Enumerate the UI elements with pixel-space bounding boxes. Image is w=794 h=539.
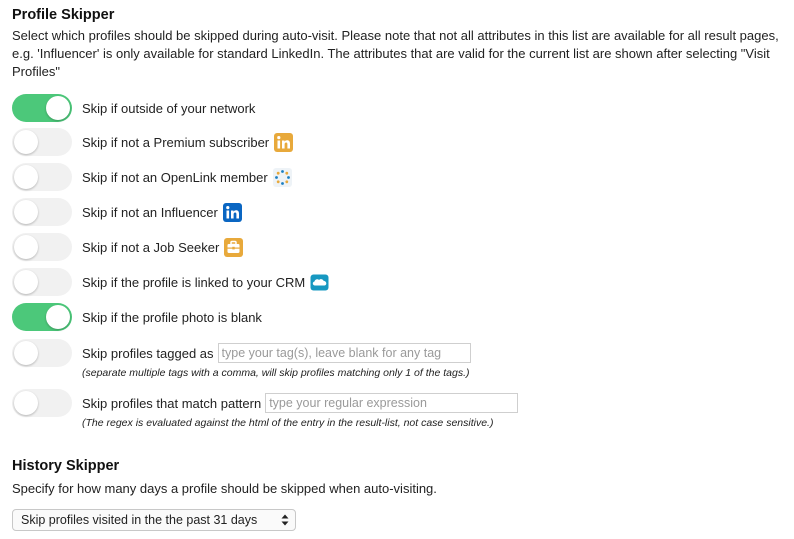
history-days-select[interactable]: Skip profiles visited in the the past 31… <box>12 509 296 531</box>
toggle-outside-network[interactable] <box>12 94 72 122</box>
toggle-knob <box>14 391 38 415</box>
linkedin-influencer-icon <box>222 202 242 222</box>
option-premium-subscriber: Skip if not a Premium subscriber <box>12 128 294 156</box>
option-influencer: Skip if not an Influencer <box>12 198 242 226</box>
openlink-icon <box>272 167 292 187</box>
option-openlink-member: Skip if not an OpenLink member <box>12 163 292 191</box>
toggle-influencer[interactable] <box>12 198 72 226</box>
tags-hint: (separate multiple tags with a comma, wi… <box>82 367 470 379</box>
option-label: Skip if not an OpenLink member <box>82 169 268 185</box>
profile-skipper-description: Select which profiles should be skipped … <box>12 28 779 79</box>
option-label: Skip if not a Job Seeker <box>82 239 220 255</box>
toggle-knob <box>14 270 38 294</box>
toggle-knob <box>46 305 70 329</box>
toggle-job-seeker[interactable] <box>12 233 72 261</box>
toggle-knob <box>14 235 38 259</box>
toggle-knob <box>14 165 38 189</box>
option-pattern: Skip profiles that match pattern <box>12 389 519 417</box>
toggle-openlink-member[interactable] <box>12 163 72 191</box>
option-blank-photo: Skip if the profile photo is blank <box>12 303 262 331</box>
option-label: Skip if the profile is linked to your CR… <box>82 274 306 290</box>
history-days-value: Skip profiles visited in the the past 31… <box>21 513 258 527</box>
toggle-knob <box>14 341 38 365</box>
history-skipper-title: History Skipper <box>12 458 120 474</box>
select-arrows-icon <box>281 514 289 526</box>
option-label: Skip profiles tagged as <box>82 345 214 361</box>
toggle-linked-crm[interactable] <box>12 268 72 296</box>
toggle-knob <box>14 200 38 224</box>
toggle-knob <box>14 130 38 154</box>
toggle-knob <box>46 96 70 120</box>
option-outside-network: Skip if outside of your network <box>12 94 255 122</box>
option-label: Skip if the profile photo is blank <box>82 309 262 325</box>
history-skipper-description: Specify for how many days a profile shou… <box>12 481 437 496</box>
toggle-blank-photo[interactable] <box>12 303 72 331</box>
option-linked-crm: Skip if the profile is linked to your CR… <box>12 268 329 296</box>
option-label: Skip if not an Influencer <box>82 204 218 220</box>
toggle-premium-subscriber[interactable] <box>12 128 72 156</box>
pattern-hint: (The regex is evaluated against the html… <box>82 417 494 429</box>
linkedin-premium-icon <box>274 132 294 152</box>
option-job-seeker: Skip if not a Job Seeker <box>12 233 244 261</box>
tags-input[interactable] <box>217 343 471 363</box>
salesforce-crm-icon <box>310 273 329 292</box>
settings-panel: Profile Skipper Select which profiles sh… <box>0 0 794 539</box>
option-label: Skip if not a Premium subscriber <box>82 134 270 150</box>
pattern-input[interactable] <box>265 393 519 413</box>
option-label: Skip profiles that match pattern <box>82 395 262 411</box>
option-tagged: Skip profiles tagged as <box>12 339 471 367</box>
job-seeker-icon <box>224 237 244 257</box>
profile-skipper-title: Profile Skipper <box>12 7 115 23</box>
toggle-tagged[interactable] <box>12 339 72 367</box>
toggle-pattern[interactable] <box>12 389 72 417</box>
option-label: Skip if outside of your network <box>82 100 256 116</box>
